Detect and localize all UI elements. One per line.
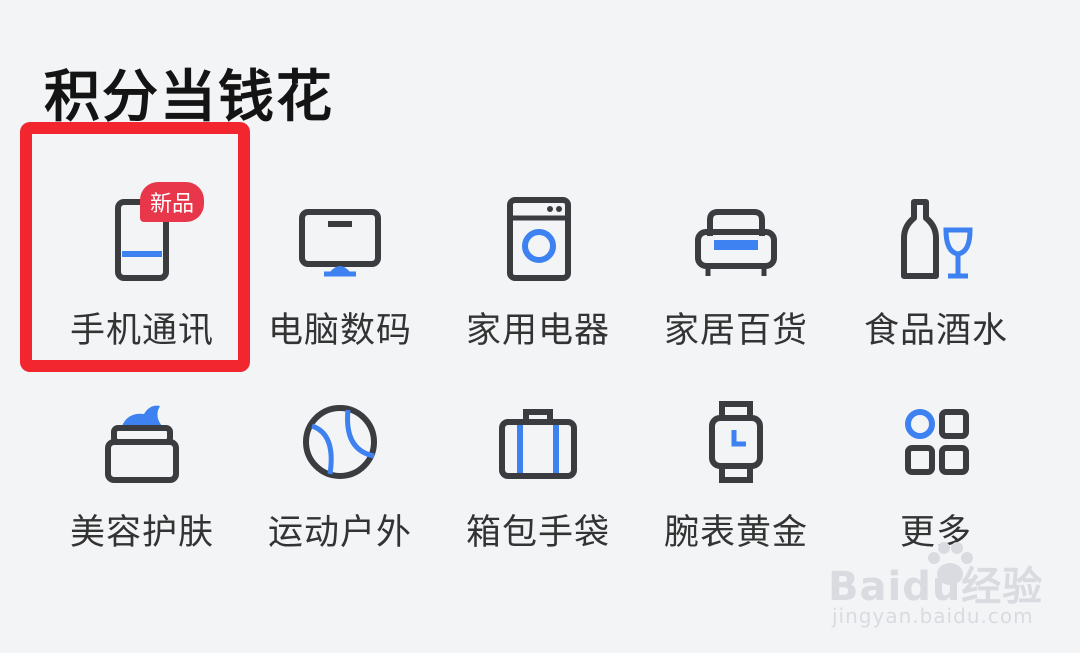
watermark: Baidu经验 jingyan.baidu.com: [828, 540, 1058, 640]
category-phone[interactable]: 新品 手机通讯: [42, 140, 242, 351]
sofa-icon: [695, 209, 777, 276]
category-label: 运动户外: [267, 513, 412, 553]
beauty-icon-wrap: [92, 392, 192, 492]
cream-jar-icon: [105, 405, 179, 483]
category-beauty[interactable]: 美容护肤: [42, 342, 242, 553]
more-icon-wrap: [886, 392, 986, 492]
appliances-icon-wrap: [488, 190, 588, 290]
wristwatch-icon: [709, 401, 763, 483]
suitcase-icon: [499, 409, 577, 479]
category-watches[interactable]: 腕表黄金: [636, 342, 836, 553]
category-bags[interactable]: 箱包手袋: [438, 342, 638, 553]
bags-icon-wrap: [488, 392, 588, 492]
food-icon-wrap: [886, 190, 986, 290]
category-sports[interactable]: 运动户外: [240, 342, 440, 553]
washing-machine-icon: [507, 197, 571, 281]
category-computer[interactable]: 电脑数码: [240, 140, 440, 351]
more-apps-icon: [905, 409, 969, 475]
category-appliances[interactable]: 家用电器: [438, 140, 638, 351]
computer-icon-wrap: [290, 190, 390, 290]
category-food[interactable]: 食品酒水: [836, 140, 1036, 351]
sports-ball-icon: [303, 405, 377, 479]
category-label: 箱包手袋: [465, 513, 610, 553]
category-more[interactable]: 更多: [836, 342, 1036, 553]
phone-icon-wrap: 新品: [92, 182, 205, 290]
home-icon-wrap: [686, 190, 786, 290]
watermark-url: jingyan.baidu.com: [832, 604, 1034, 628]
category-home[interactable]: 家居百货: [636, 140, 836, 351]
sports-icon-wrap: [290, 392, 390, 492]
category-label: 腕表黄金: [663, 513, 808, 553]
watches-icon-wrap: [686, 392, 786, 492]
computer-monitor-icon: [299, 209, 381, 277]
new-badge: 新品: [140, 182, 205, 222]
wine-bottle-glass-icon: [901, 199, 973, 279]
category-label: 美容护肤: [69, 513, 214, 553]
